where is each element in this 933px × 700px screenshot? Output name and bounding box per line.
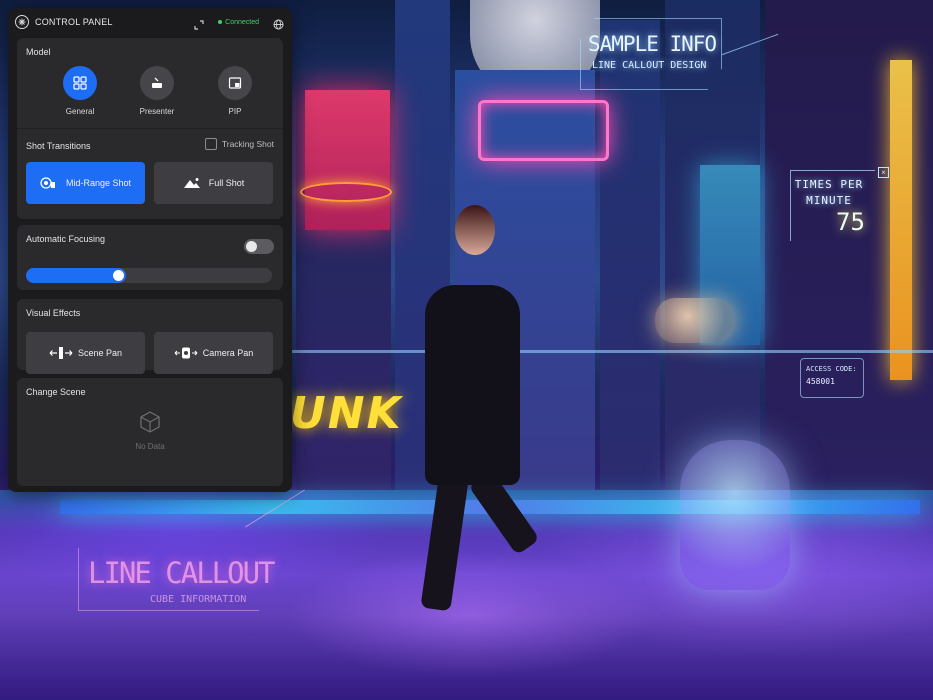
close-icon: ×	[878, 167, 889, 178]
mid-range-shot-label: Mid-Range Shot	[65, 178, 132, 188]
slider-thumb[interactable]	[113, 270, 124, 281]
divider	[17, 128, 283, 129]
scene-pan-label: Scene Pan	[77, 348, 123, 358]
neon-sign-pink	[478, 100, 609, 161]
panel-title: CONTROL PANEL	[35, 17, 113, 27]
automatic-focusing-toggle[interactable]	[244, 239, 274, 254]
expand-icon[interactable]	[194, 17, 204, 30]
times-label-line-1: TIMES PER	[794, 178, 864, 191]
railing	[290, 350, 933, 353]
toggle-knob	[246, 241, 257, 252]
panel-titlebar: CONTROL PANEL Connected	[8, 8, 292, 36]
model-option-label: Presenter	[139, 107, 175, 116]
control-panel: CONTROL PANEL Connected Model General Pr…	[8, 8, 292, 492]
building	[600, 20, 660, 490]
camera-pan-button[interactable]: Camera Pan	[154, 332, 273, 374]
full-shot-label: Full Shot	[208, 178, 245, 188]
sample-info-subtitle: LINE CALLOUT DESIGN	[592, 60, 707, 71]
focus-slider[interactable]	[26, 268, 272, 283]
figure-body	[425, 285, 520, 485]
grid-icon	[63, 66, 97, 100]
shot-transitions-heading: Shot Transitions	[26, 141, 91, 151]
logo-icon	[15, 15, 29, 29]
times-per-minute-value: 75	[836, 208, 865, 236]
sample-info-title: SAMPLE INFO	[588, 32, 717, 56]
checkbox-icon[interactable]	[204, 138, 217, 150]
hologram-cat	[655, 298, 735, 343]
figure-head	[455, 205, 495, 255]
podium-icon	[140, 66, 174, 100]
status-dot-icon	[218, 20, 223, 24]
access-code-label: ACCESS CODE:	[806, 365, 857, 373]
graffiti-text: UNK	[290, 388, 403, 439]
model-option-general[interactable]: General	[45, 66, 115, 116]
empty-state: No Data	[17, 410, 283, 451]
mountain-icon	[183, 178, 200, 188]
mid-range-shot-button[interactable]: Mid-Range Shot	[26, 162, 145, 204]
camera-pan-label: Camera Pan	[202, 348, 254, 358]
automatic-focusing-card: Automatic Focusing	[17, 225, 283, 290]
model-card: Model General Presenter PIP Shot Transit…	[17, 38, 283, 219]
model-heading: Model	[26, 47, 51, 57]
scene-pan-icon	[49, 347, 73, 359]
change-scene-card: Change Scene No Data	[17, 378, 283, 486]
neon-ring	[300, 182, 392, 202]
model-option-label: General	[65, 107, 95, 116]
camera-pan-icon	[174, 347, 198, 359]
model-option-pip[interactable]: PIP	[200, 66, 270, 116]
automatic-focusing-heading: Automatic Focusing	[26, 234, 106, 244]
connection-status: Connected	[218, 19, 259, 26]
hologram-bear	[680, 440, 790, 590]
model-option-label: PIP	[228, 107, 242, 116]
visual-effects-card: Visual Effects Scene Pan Camera Pan	[17, 299, 283, 374]
tracking-shot-checkbox[interactable]: Tracking Shot	[204, 138, 274, 150]
times-label-line-2: MINUTE	[806, 194, 852, 207]
neon-sign-yellow	[890, 60, 912, 380]
empty-state-label: No Data	[135, 442, 165, 451]
scene-pan-button[interactable]: Scene Pan	[26, 332, 145, 374]
model-option-presenter[interactable]: Presenter	[122, 66, 192, 116]
full-shot-button[interactable]: Full Shot	[154, 162, 273, 204]
visual-effects-heading: Visual Effects	[26, 308, 81, 318]
line-callout-subtitle: CUBE INFORMATION	[150, 594, 247, 605]
change-scene-heading: Change Scene	[26, 387, 86, 397]
empty-box-icon	[140, 411, 160, 433]
tracking-shot-label: Tracking Shot	[221, 139, 274, 149]
picture-in-picture-icon	[218, 66, 252, 100]
times-per-minute-label: TIMES PER MINUTE	[794, 177, 864, 209]
slider-fill	[26, 268, 126, 283]
mid-range-shot-icon	[40, 177, 55, 189]
status-label: Connected	[225, 18, 259, 26]
line-callout-title: LINE CALLOUT	[88, 556, 276, 590]
neon-sign-red	[305, 90, 390, 230]
globe-icon[interactable]	[273, 17, 284, 29]
access-code-value: 458001	[806, 377, 835, 386]
